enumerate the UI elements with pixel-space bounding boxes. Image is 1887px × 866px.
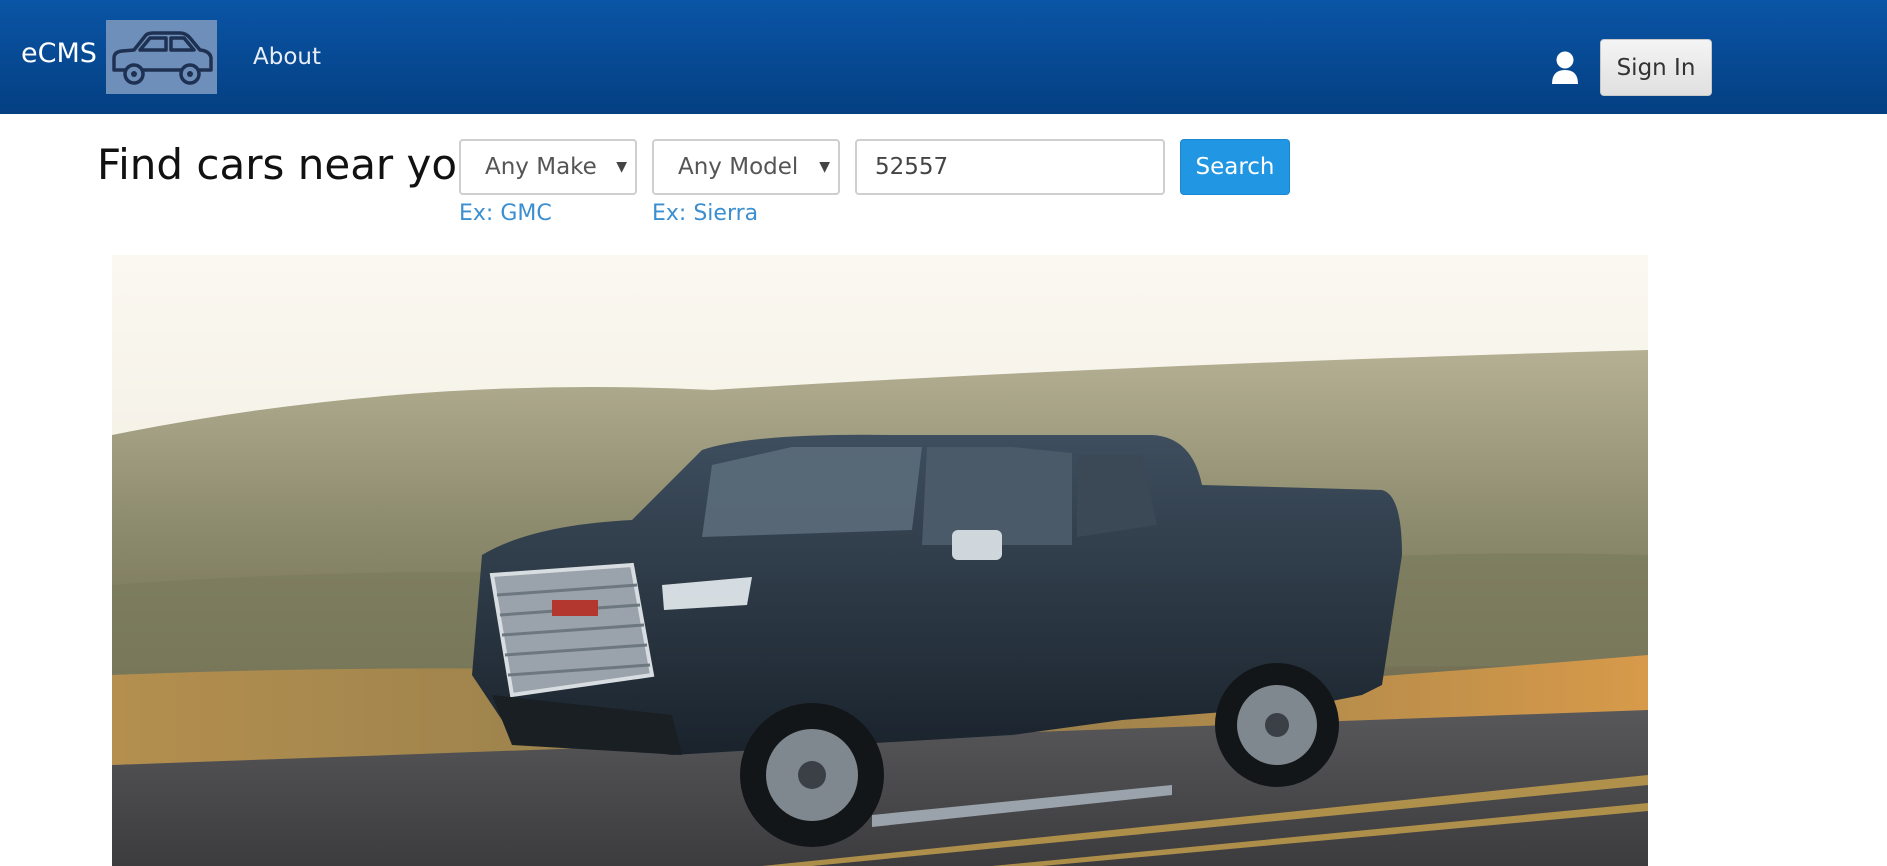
make-select-value: Any Make [485,154,597,180]
navbar: eCMS About Sign In [0,0,1887,114]
make-select[interactable]: Any Make ▼ [459,139,637,195]
user-icon[interactable] [1550,50,1580,86]
zip-input[interactable] [855,139,1165,195]
chevron-down-icon: ▼ [819,159,830,175]
page-title: Find cars near you [97,140,484,189]
search-button[interactable]: Search [1180,139,1290,195]
hero-image [112,255,1648,866]
nav-about-link[interactable]: About [253,44,321,70]
chevron-down-icon: ▼ [616,159,627,175]
model-hint: Ex: Sierra [652,201,759,226]
car-icon[interactable] [106,20,217,94]
model-select[interactable]: Any Model ▼ [652,139,840,195]
brand-name[interactable]: eCMS [21,38,97,69]
sign-in-button[interactable]: Sign In [1600,39,1712,96]
model-select-value: Any Model [678,154,799,180]
make-hint: Ex: GMC [459,201,552,226]
